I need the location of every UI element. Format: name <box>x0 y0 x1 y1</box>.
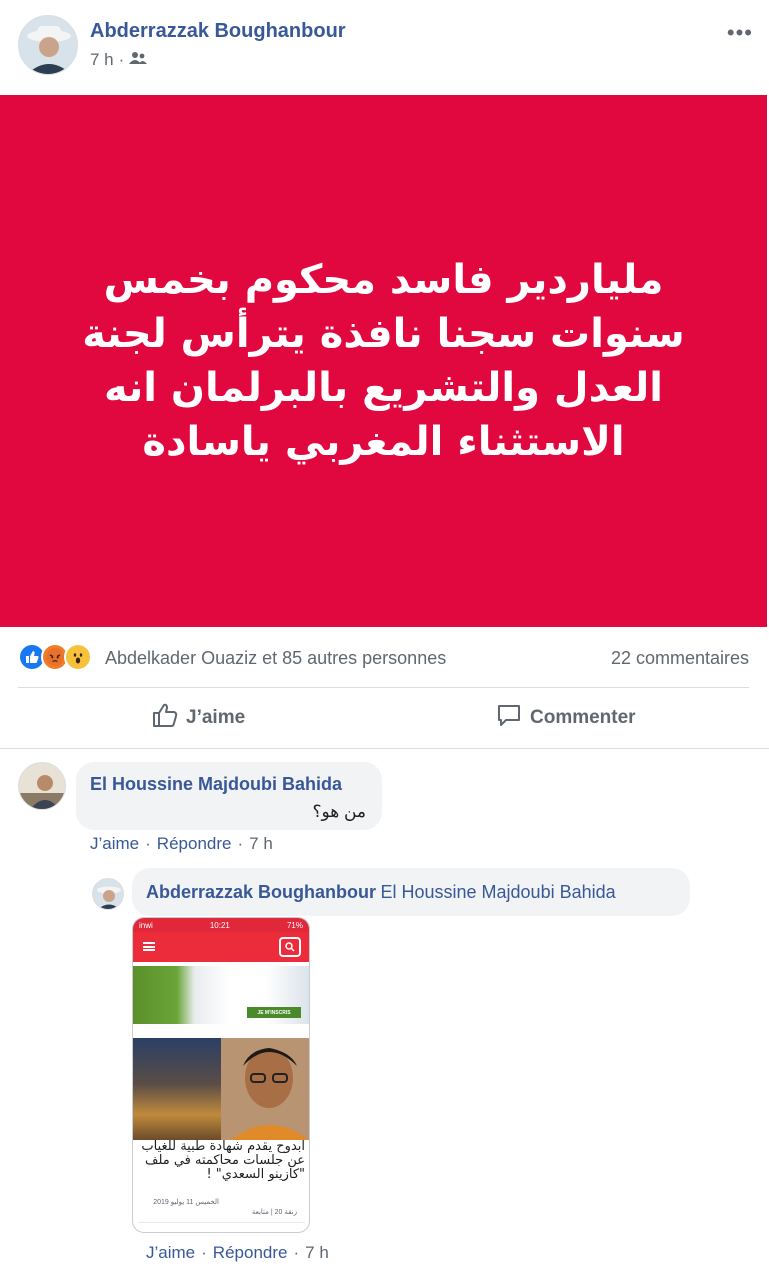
reply-like-link[interactable]: J’aime <box>146 1243 195 1263</box>
reply-line: Abderrazzak Boughanbour El Houssine Majd… <box>146 882 616 903</box>
comment-actions: J’aime · Répondre · 7 h <box>90 834 273 854</box>
phone-battery: 71% <box>286 920 303 930</box>
friends-audience-icon[interactable] <box>129 50 148 70</box>
comment-reply-link[interactable]: Répondre <box>157 834 232 854</box>
comment-button[interactable]: Commenter <box>496 700 636 736</box>
reaction-icons[interactable] <box>18 643 92 671</box>
phone-carrier: inwi <box>139 920 153 930</box>
portrait-image <box>221 1038 309 1140</box>
article-divider <box>139 1222 305 1223</box>
comment-separator: · <box>145 834 151 853</box>
commenter-avatar[interactable] <box>18 762 66 810</box>
banner-text: ملياردير فاسد محكوم بخمس سنوات سجنا نافذ… <box>82 257 685 465</box>
article-headline: ابدوح يقدم شهادة طبية للغياب عن جلسات مح… <box>141 1139 305 1182</box>
comment-button-label: Commenter <box>530 707 636 728</box>
post-meta: 7 h · <box>90 50 148 70</box>
like-button-label: J’aime <box>186 707 246 728</box>
reactions-summary[interactable]: Abdelkader Ouaziz et 85 autres personnes <box>105 648 446 669</box>
like-button[interactable]: J’aime <box>152 700 245 736</box>
reply-image-attachment[interactable]: inwi 10:21 71% JE M'INSCRIS ابدوح يقدم ش… <box>132 917 310 1233</box>
comment-time[interactable]: 7 h <box>249 834 273 854</box>
ad-signup-button: JE M'INSCRIS <box>247 1007 301 1018</box>
article-source: زنقة 20 | متابعة <box>251 1209 297 1216</box>
author-name[interactable]: Abderrazzak Boughanbour <box>90 20 346 43</box>
thumbs-up-icon <box>152 702 178 734</box>
comment-bubble-icon <box>496 702 522 734</box>
reply-time[interactable]: 7 h <box>305 1243 329 1263</box>
comment-like-link[interactable]: J’aime <box>90 834 139 854</box>
casino-building-image <box>133 1038 221 1140</box>
phone-clock: 10:21 <box>209 920 230 930</box>
comments-count[interactable]: 22 commentaires <box>611 648 749 669</box>
phone-ad-banner: JE M'INSCRIS <box>133 966 309 1024</box>
meta-separator: · <box>118 50 125 69</box>
phone-status-bar: inwi 10:21 71% <box>133 918 309 932</box>
post-banner: ملياردير فاسد محكوم بخمس سنوات سجنا نافذ… <box>0 95 767 627</box>
reply-reply-link[interactable]: Répondre <box>213 1243 288 1263</box>
comment-separator: · <box>237 834 244 853</box>
more-options-icon[interactable]: ••• <box>727 20 753 46</box>
comment-text: من هو؟ <box>312 802 366 821</box>
hamburger-menu-icon <box>143 942 155 951</box>
post-time[interactable]: 7 h <box>90 50 114 70</box>
comments-divider <box>0 748 769 749</box>
comment-bubble: El Houssine Majdoubi Bahida من هو؟ <box>76 762 382 830</box>
reply-actions: J’aime · Répondre · 7 h <box>146 1243 329 1263</box>
search-icon <box>279 937 301 957</box>
reply-tagged-user[interactable]: El Houssine Majdoubi Bahida <box>380 882 615 902</box>
reply-separator: · <box>293 1243 300 1262</box>
wow-icon <box>64 643 92 671</box>
post-header: Abderrazzak Boughanbour 7 h · ••• <box>0 0 769 95</box>
actions-divider <box>18 687 749 688</box>
article-photo <box>133 1038 309 1140</box>
author-avatar[interactable] <box>18 15 78 75</box>
reactions-row: Abdelkader Ouaziz et 85 autres personnes… <box>0 640 769 676</box>
reply-bubble: Abderrazzak Boughanbour El Houssine Majd… <box>132 868 690 916</box>
reply-separator: · <box>201 1243 207 1262</box>
phone-nav-bar <box>133 932 309 962</box>
commenter-name[interactable]: El Houssine Majdoubi Bahida <box>90 774 342 795</box>
reply-author-name[interactable]: Abderrazzak Boughanbour <box>146 882 376 902</box>
reply-author-avatar[interactable] <box>92 878 124 910</box>
article-date: الخميس 11 يوليو 2019 <box>153 1199 219 1206</box>
